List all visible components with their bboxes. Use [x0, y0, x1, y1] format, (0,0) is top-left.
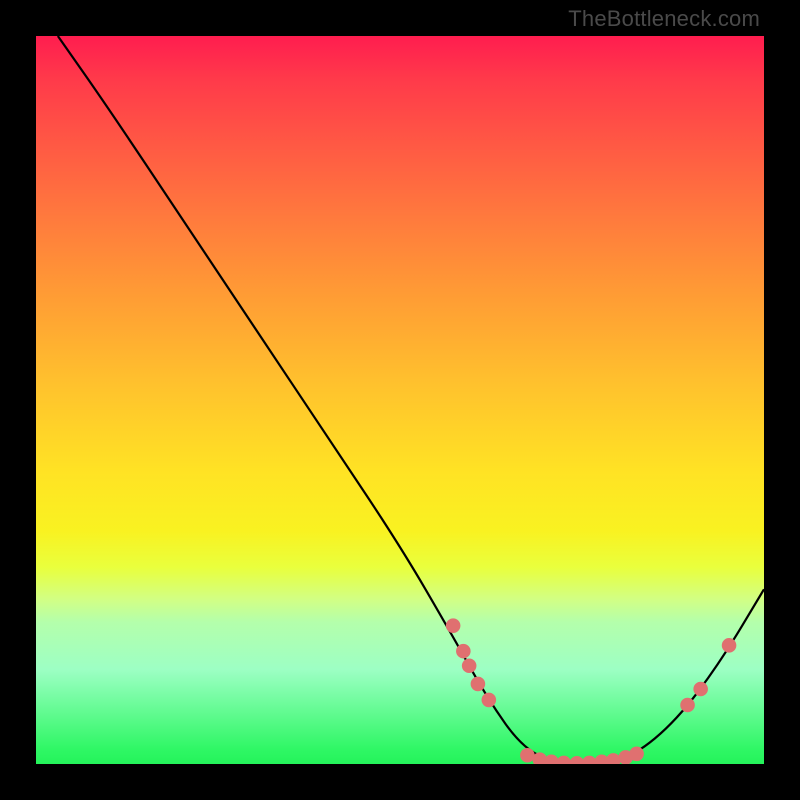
- left-cluster-2: [456, 644, 471, 659]
- data-points: [446, 618, 736, 764]
- watermark: TheBottleneck.com: [568, 6, 760, 32]
- chart-frame: TheBottleneck.com: [0, 0, 800, 800]
- left-cluster-5: [482, 693, 497, 708]
- right-cluster-2: [693, 682, 708, 697]
- bottom-1: [520, 748, 535, 763]
- chart-svg: [36, 36, 764, 764]
- bottom-6: [582, 756, 597, 764]
- left-cluster-3: [462, 658, 477, 673]
- bottom-4: [557, 756, 572, 764]
- right-upper: [722, 638, 737, 653]
- bottom-8: [606, 753, 621, 764]
- left-cluster-4: [471, 677, 486, 692]
- left-cluster-1: [446, 618, 461, 633]
- bottom-5: [570, 756, 585, 764]
- bottleneck-curve: [58, 36, 764, 764]
- bottom-3: [544, 755, 559, 764]
- bottom-10: [629, 747, 644, 762]
- right-cluster-1: [680, 698, 695, 713]
